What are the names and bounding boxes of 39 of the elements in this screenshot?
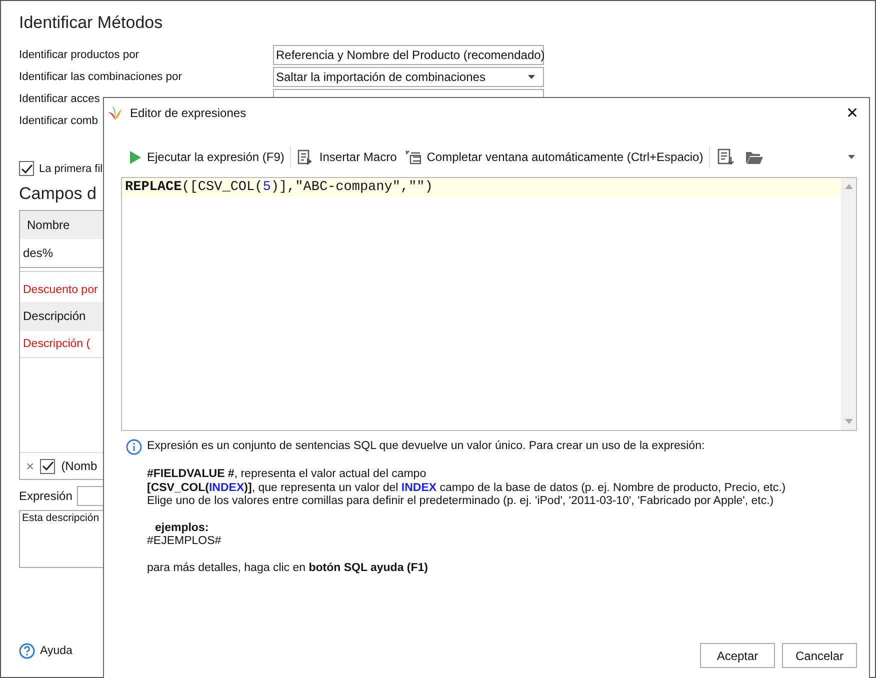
close-button[interactable]: ✕ bbox=[846, 104, 859, 122]
section-title: Campos d bbox=[19, 184, 96, 204]
checkbox-label: La primera fil bbox=[39, 162, 103, 174]
info-text: ejemplos: bbox=[154, 522, 210, 535]
info-text: [CSV_COL(INDEX)], que representa un valor del INDEX campo de la base de datos (p. ej. Nombre de producto, Precio, etc.) bbox=[147, 482, 787, 495]
info-text: #FIELDVALUE #, representa el valor actual del campo bbox=[147, 468, 428, 482]
info-text: Elige uno de los valores entre comillas para definir el predeterminado (p. ej. 'iPod', '2011-03-10', 'Fabricado por Apple', etc.) bbox=[147, 495, 775, 508]
code-editor[interactable]: REPLACE([CSV_COL(5)],"ABC-company","") bbox=[121, 177, 857, 431]
dropdown[interactable]: Referencia y Nombre del Producto (recomendado) bbox=[273, 45, 544, 65]
checkbox[interactable] bbox=[40, 458, 56, 474]
caret-icon[interactable] bbox=[848, 155, 855, 159]
filter-label: (Nomb bbox=[61, 459, 98, 473]
list-icon bbox=[404, 149, 421, 165]
field-label: Descuento por bbox=[22, 283, 99, 298]
autocomplete-button[interactable]: Completar ventana automáticamente (Ctrl+Espacio) bbox=[400, 149, 708, 165]
setting-label: Identificar las combinaciones por bbox=[19, 71, 183, 83]
expression-label: Expresión bbox=[19, 489, 72, 503]
window-title: Identificar Métodos bbox=[19, 13, 163, 33]
dropdown[interactable]: Saltar la importación de combinaciones bbox=[273, 67, 544, 87]
play-icon bbox=[130, 150, 141, 164]
info-text: para más detalles, haga clic en botón SQL ayuda (F1) bbox=[147, 562, 429, 575]
info-text: Expresión es un conjunto de sentencias SQL que devuelve un valor único. Para crear un uso de la expresión: bbox=[147, 440, 705, 454]
insert-macro-button[interactable]: Insertar Macro bbox=[293, 149, 401, 165]
setting-label: Identificar comb bbox=[19, 115, 99, 127]
checkbox[interactable] bbox=[19, 161, 34, 176]
cancel-button[interactable]: Cancelar bbox=[782, 643, 857, 668]
document-play-icon bbox=[297, 149, 314, 165]
help-icon bbox=[19, 643, 35, 659]
info-icon bbox=[126, 439, 142, 455]
setting-label: Identificar productos por bbox=[19, 49, 140, 61]
accept-button[interactable]: Aceptar bbox=[700, 643, 775, 668]
dialog-title: Editor de expresiones bbox=[130, 106, 246, 120]
remove-button[interactable]: × bbox=[26, 458, 34, 474]
run-button[interactable]: Ejecutar la expresión (F9) bbox=[126, 150, 288, 164]
app-logo-icon bbox=[108, 105, 122, 121]
caret-icon bbox=[528, 75, 535, 79]
info-text: #EJEMPLOS# bbox=[147, 535, 222, 548]
setting-label: Identificar acces bbox=[19, 93, 101, 105]
help-link[interactable]: Ayuda bbox=[40, 645, 72, 657]
